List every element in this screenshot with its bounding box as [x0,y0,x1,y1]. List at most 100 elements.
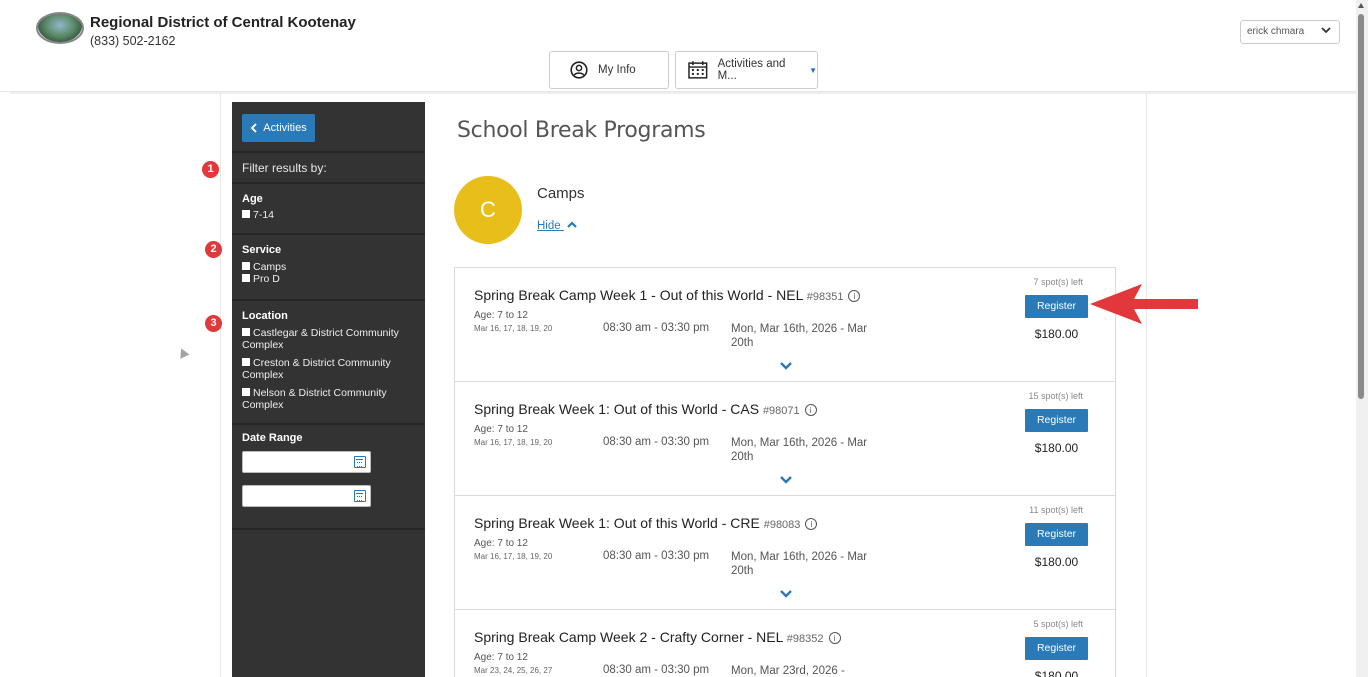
service-option-label: Pro D [253,273,280,285]
divider [232,299,425,301]
checkbox[interactable] [242,262,250,270]
chevron-up-icon [567,221,577,232]
divider [232,423,425,425]
program-card: Spring Break Week 1: Out of this World -… [454,495,1116,610]
my-info-label: My Info [598,64,636,76]
info-icon[interactable]: i [828,632,841,644]
location-option-label: Nelson & District Community Complex [242,387,387,411]
age-filter-label: Age [242,193,263,205]
checkbox[interactable] [242,388,250,396]
spots-left: 7 spot(s) left [1033,277,1083,287]
program-time: 08:30 am - 03:30 pm [603,550,710,562]
program-age: Age: 7 to 12 [474,652,528,663]
service-filter-label: Service [242,244,282,256]
category-name: Camps [537,185,585,202]
program-title-row[interactable]: Spring Break Week 1: Out of this World -… [474,515,818,531]
program-number: #98083 [763,519,801,531]
activities-menu-label: Activities and M... [717,58,786,82]
service-option-pro-d[interactable]: Pro D [242,273,420,285]
program-dates: Mon, Mar 16th, 2026 - Mar 20th [731,437,868,463]
spots-left: 15 spot(s) left [1028,391,1083,401]
chevron-left-icon [250,123,258,133]
program-price: $180.00 [1034,441,1079,455]
annotation-badge-3: 3 [205,315,222,332]
service-option-camps[interactable]: Camps [242,261,420,273]
info-icon[interactable]: i [804,404,817,416]
register-button[interactable]: Register [1025,637,1088,660]
program-price: $180.00 [1034,327,1079,341]
program-card: Spring Break Camp Week 2 - Crafty Corner… [454,609,1116,677]
location-option-nelson[interactable]: Nelson & District Community Complex [242,387,420,411]
register-button[interactable]: Register [1025,409,1088,432]
expand-chevron-icon[interactable] [780,362,792,370]
scrollbar-thumb[interactable] [1358,14,1364,399]
hide-category-link[interactable]: Hide [537,220,577,232]
program-title-row[interactable]: Spring Break Camp Week 2 - Crafty Corner… [474,629,841,645]
program-title-row[interactable]: Spring Break Week 1: Out of this World -… [474,401,817,417]
organization-name: Regional District of Central Kootenay [90,14,356,31]
chevron-down-icon [1321,26,1331,37]
content-left-border [220,93,221,677]
program-time: 08:30 am - 03:30 pm [603,664,710,676]
divider [232,233,425,235]
register-button[interactable]: Register [1025,295,1088,318]
program-age: Age: 7 to 12 [474,538,528,549]
expand-chevron-icon[interactable] [780,590,792,598]
category-avatar: C [454,176,522,244]
site-header: Regional District of Central Kootenay (8… [0,0,1356,92]
checkbox[interactable] [242,274,250,282]
program-title-row[interactable]: Spring Break Camp Week 1 - Out of this W… [474,287,861,303]
spots-left: 5 spot(s) left [1033,619,1083,629]
program-number: #98351 [806,291,844,303]
program-time: 08:30 am - 03:30 pm [603,322,710,334]
program-price: $180.00 [1034,669,1079,677]
location-option-label: Castlegar & District Community Complex [242,327,399,351]
filter-sidebar: Activities Filter results by: Age 7-14 S… [232,102,425,677]
program-price: $180.00 [1034,555,1079,569]
mouse-cursor-icon [176,346,190,359]
program-age: Age: 7 to 12 [474,310,528,321]
annotation-arrow-icon [1090,284,1198,324]
header-divider [10,92,1356,94]
program-days: Mar 23, 24, 25, 26, 27 [474,666,553,675]
user-circle-icon [570,61,588,79]
program-title: Spring Break Week 1: Out of this World -… [474,401,760,417]
back-to-activities-button[interactable]: Activities [242,114,315,142]
date-from-input[interactable] [242,451,371,473]
date-range-label: Date Range [242,432,303,444]
info-icon[interactable]: i [848,290,861,302]
location-option-label: Creston & District Community Complex [242,357,391,381]
expand-chevron-icon[interactable] [780,476,792,484]
checkbox[interactable] [242,328,250,336]
calendar-icon[interactable] [354,456,366,468]
page-title: School Break Programs [457,118,706,143]
hide-link-label: Hide [537,220,561,232]
age-option-7-14[interactable]: 7-14 [242,209,420,221]
register-button[interactable]: Register [1025,523,1088,546]
location-option-creston[interactable]: Creston & District Community Complex [242,357,420,381]
location-option-castlegar[interactable]: Castlegar & District Community Complex [242,327,420,351]
program-title: Spring Break Week 1: Out of this World -… [474,515,760,531]
checkbox[interactable] [242,210,250,218]
info-icon[interactable]: i [805,518,818,530]
scroll-up-arrow-icon[interactable] [1358,3,1364,8]
program-card: Spring Break Camp Week 1 - Out of this W… [454,267,1116,382]
location-filter-label: Location [242,310,288,322]
program-age: Age: 7 to 12 [474,424,528,435]
program-title: Spring Break Camp Week 2 - Crafty Corner… [474,629,783,645]
program-number: #98071 [762,405,800,417]
date-to-input[interactable] [242,485,371,507]
user-name: erick chmara [1247,26,1305,37]
checkbox[interactable] [242,358,250,366]
program-dates: Mon, Mar 16th, 2026 - Mar 20th [731,323,868,349]
divider [232,182,425,184]
calendar-icon[interactable] [354,490,366,502]
user-account-select[interactable]: erick chmara [1240,20,1340,44]
divider [232,151,425,153]
program-card: Spring Break Week 1: Out of this World -… [454,381,1116,496]
program-days: Mar 16, 17, 18, 19, 20 [474,552,553,561]
organization-logo[interactable] [36,12,84,44]
my-info-button[interactable]: My Info [549,51,669,89]
activities-menu-button[interactable]: Activities and M... ▼ [675,51,818,89]
caret-down-icon: ▼ [809,65,817,75]
